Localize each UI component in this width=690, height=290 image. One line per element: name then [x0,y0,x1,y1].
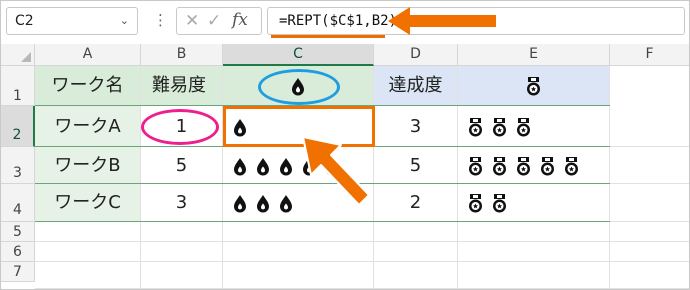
diagonal-arrow-annotation [302,136,370,206]
drop-icon [280,157,292,175]
column-header-f[interactable]: F [610,44,689,66]
cell-b7[interactable] [141,262,223,289]
select-all-corner[interactable] [1,44,35,66]
chevron-down-icon[interactable]: ⌄ [120,8,129,34]
medal-icon [493,156,506,175]
cell-b3[interactable]: 5 [141,147,223,184]
row-header-4[interactable]: 4 [1,184,35,222]
row-header-6[interactable]: 6 [1,242,35,262]
cell-d5[interactable] [374,222,458,242]
cell-d3[interactable]: 5 [374,147,458,184]
cell-b6[interactable] [141,242,223,262]
cell-e2[interactable] [458,106,610,147]
cell-e7[interactable] [458,262,610,289]
cell-a7[interactable] [35,262,141,289]
cell-f7[interactable] [610,262,689,289]
row-header-5[interactable]: 5 [1,222,35,242]
enter-icon[interactable]: ✓ [207,11,221,31]
name-box-value: C2 [15,13,34,29]
medal-icon [527,76,540,95]
cell-d6[interactable] [374,242,458,262]
cell-a6[interactable] [35,242,141,262]
drop-icon [234,194,246,212]
cell-e6[interactable] [458,242,610,262]
medal-icon [469,193,482,212]
medal-icon [469,156,482,175]
left-arrow-annotation [388,7,496,35]
cell-f4[interactable] [610,184,689,222]
row-header-1[interactable]: 1 [1,66,35,106]
row-header-3[interactable]: 3 [1,147,35,184]
cell-d4[interactable]: 2 [374,184,458,222]
cell-d2[interactable]: 3 [374,106,458,147]
cell-e1[interactable] [458,66,610,106]
drop-icon [234,157,246,175]
cell-c5[interactable] [223,222,374,242]
cancel-icon[interactable]: ✕ [185,11,199,31]
table-divider [35,221,610,222]
cell-c6[interactable] [223,242,374,262]
column-header-e[interactable]: E [458,44,610,66]
column-header-d[interactable]: D [374,44,458,66]
row-header-7[interactable]: 7 [1,262,35,282]
cell-a1[interactable]: ワーク名 [35,66,141,106]
medal-icon [565,156,578,175]
spreadsheet-window: C2 ⌄ ⋮ ✕ ✓ fx =REPT($C$1,B2) A B C D E F… [0,0,690,290]
cell-b1[interactable]: 難易度 [141,66,223,106]
medal-icon [541,156,554,175]
column-header-a[interactable]: A [35,44,141,66]
formula-buttons: ✕ ✓ fx [176,7,262,35]
cell-b5[interactable] [141,222,223,242]
cell-a2[interactable]: ワークA [35,106,141,147]
cell-c7[interactable] [223,262,374,289]
cell-a3[interactable]: ワークB [35,147,141,184]
column-header-c[interactable]: C [223,44,374,66]
drop-icon [257,194,269,212]
difficulty-highlight [141,109,219,145]
header-icon-highlight [258,69,340,105]
cell-b4[interactable]: 3 [141,184,223,222]
name-box[interactable]: C2 ⌄ [6,7,138,35]
drop-icon [257,157,269,175]
insert-function-icon[interactable]: fx [232,10,248,30]
drop-icon [280,194,292,212]
row-header-2[interactable]: 2 [1,106,35,147]
more-options-icon[interactable]: ⋮ [153,11,168,29]
medal-icon [493,117,506,136]
cell-f6[interactable] [610,242,689,262]
cell-f5[interactable] [610,222,689,242]
cell-a5[interactable] [35,222,141,242]
formula-underline-annotation [271,35,385,38]
column-header-b[interactable]: B [141,44,223,66]
medal-icon [517,156,530,175]
cell-e4[interactable] [458,184,610,222]
cell-f2[interactable] [610,106,689,147]
cell-f3[interactable] [610,147,689,184]
medal-icon [517,117,530,136]
cell-e5[interactable] [458,222,610,242]
cell-d7[interactable] [374,262,458,289]
formula-text: =REPT($C$1,B2) [279,13,398,29]
medal-icon [469,117,482,136]
cell-d1[interactable]: 達成度 [374,66,458,106]
cell-a4[interactable]: ワークC [35,184,141,222]
formula-bar: C2 ⌄ ⋮ ✕ ✓ fx =REPT($C$1,B2) [1,1,689,43]
cell-e3[interactable] [458,147,610,184]
medal-icon [493,193,506,212]
